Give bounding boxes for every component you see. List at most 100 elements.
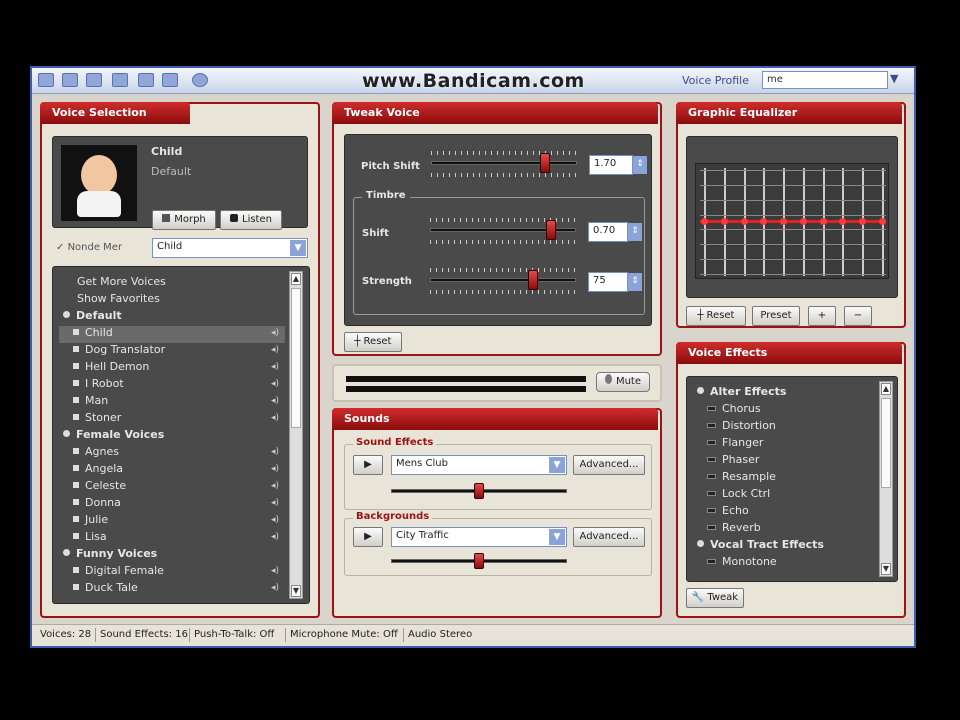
voice-list-item[interactable]: I Robot ◂) (59, 377, 285, 394)
effect-checkbox-icon[interactable] (707, 457, 716, 462)
sound-effects-volume-slider[interactable] (391, 481, 567, 511)
speaker-icon[interactable]: ◂) (271, 328, 279, 338)
shift-spin-icon[interactable]: ⇕ (628, 223, 642, 241)
voice-list-item[interactable]: Celeste ◂) (59, 479, 285, 496)
app-icon[interactable] (38, 73, 54, 87)
effect-checkbox-icon[interactable] (707, 491, 716, 496)
scroll-thumb[interactable] (881, 398, 891, 488)
save-icon[interactable] (86, 73, 102, 87)
effects-scrollbar[interactable]: ▲ ▼ (879, 381, 893, 577)
eq-band-handle[interactable] (780, 218, 788, 225)
backgrounds-volume-slider[interactable] (391, 551, 567, 581)
voice-list-item[interactable]: Man ◂) (59, 394, 285, 411)
eq-band-handle[interactable] (879, 218, 886, 225)
voice-category[interactable]: Funny Voices (59, 547, 285, 564)
effect-checkbox-icon[interactable] (707, 559, 716, 564)
voice-list-item[interactable]: Lisa ◂) (59, 530, 285, 547)
equalizer-grid[interactable] (695, 163, 889, 279)
sfx-knob[interactable] (474, 483, 484, 499)
eq-band-handle[interactable] (720, 218, 728, 225)
eq-band-handle[interactable] (799, 218, 807, 225)
strength-slider[interactable] (430, 268, 576, 298)
effect-checkbox-icon[interactable] (707, 508, 716, 513)
effect-checkbox-icon[interactable] (707, 406, 716, 411)
scroll-down-icon[interactable]: ▼ (291, 585, 301, 597)
voice-category[interactable]: Default (59, 309, 285, 326)
speaker-icon[interactable]: ◂) (271, 396, 279, 406)
listen-button[interactable]: Listen (220, 210, 282, 230)
voice-list-item[interactable]: Angela ◂) (59, 462, 285, 479)
voice-effects-tweak-button[interactable]: 🔧 Tweak (686, 588, 744, 608)
speaker-icon[interactable]: ◂) (271, 566, 279, 576)
chevron-down-icon[interactable]: ▼ (549, 457, 565, 473)
settings-icon[interactable] (112, 73, 128, 87)
expand-icon[interactable] (697, 540, 704, 547)
speaker-icon[interactable]: ◂) (271, 583, 279, 593)
voice-list-item[interactable]: Agnes ◂) (59, 445, 285, 462)
effect-item[interactable]: Chorus (693, 402, 873, 419)
speaker-icon[interactable]: ◂) (271, 362, 279, 372)
eq-band-handle[interactable] (740, 218, 748, 225)
speaker-icon[interactable]: ◂) (271, 498, 279, 508)
voice-category[interactable]: Female Voices (59, 428, 285, 445)
scroll-up-icon[interactable]: ▲ (291, 273, 301, 285)
effect-item[interactable]: Lock Ctrl (693, 487, 873, 504)
chevron-down-icon[interactable]: ▼ (549, 529, 565, 545)
pitch-spin-icon[interactable]: ⇕ (633, 156, 647, 174)
voice-list-item[interactable]: Dog Translator ◂) (59, 343, 285, 360)
speaker-icon[interactable]: ◂) (271, 481, 279, 491)
voice-list-item[interactable]: Digital Female ◂) (59, 564, 285, 581)
scroll-up-icon[interactable]: ▲ (881, 383, 891, 395)
speaker-icon[interactable]: ◂) (271, 413, 279, 423)
chart-icon[interactable] (162, 73, 178, 87)
voice-profile-field[interactable]: me (762, 71, 888, 89)
voice-list-item[interactable]: Julie ◂) (59, 513, 285, 530)
backgrounds-play-button[interactable]: ▶ (353, 527, 383, 547)
effect-item[interactable]: Resample (693, 470, 873, 487)
effect-item[interactable]: Flanger (693, 436, 873, 453)
strength-knob[interactable] (527, 270, 538, 290)
effect-checkbox-icon[interactable] (707, 423, 716, 428)
mute-button[interactable]: Mute (596, 372, 650, 392)
shift-slider[interactable] (430, 218, 576, 248)
expand-icon[interactable] (697, 387, 704, 394)
bg-knob[interactable] (474, 553, 484, 569)
sound-effects-advanced-button[interactable]: Advanced... (573, 455, 645, 475)
record-icon[interactable] (138, 73, 154, 87)
voice-list-link[interactable]: Show Favorites (59, 292, 285, 309)
nonde-mer-checkbox[interactable]: ✓ Nonde Mer (56, 242, 148, 260)
speaker-icon[interactable]: ◂) (271, 345, 279, 355)
pitch-shift-slider[interactable] (431, 151, 577, 181)
eq-band-handle[interactable] (760, 218, 768, 225)
voice-list-item[interactable]: Child ◂) (59, 326, 285, 343)
scroll-thumb[interactable] (291, 288, 301, 428)
eq-band-handle[interactable] (859, 218, 867, 225)
voice-list-item[interactable]: Donna ◂) (59, 496, 285, 513)
effect-category[interactable]: Alter Effects (693, 385, 873, 402)
globe-icon[interactable] (192, 73, 208, 87)
effect-item[interactable]: Echo (693, 504, 873, 521)
tweak-reset-button[interactable]: ┼ Reset (344, 332, 402, 352)
backgrounds-combo[interactable]: City Traffic ▼ (391, 527, 567, 547)
strength-spin-icon[interactable]: ⇕ (628, 273, 642, 291)
sound-effects-play-button[interactable]: ▶ (353, 455, 383, 475)
voice-combo[interactable]: Child ▼ (152, 238, 308, 258)
speaker-icon[interactable]: ◂) (271, 515, 279, 525)
eq-band-handle[interactable] (819, 218, 827, 225)
effect-item[interactable]: Reverb (693, 521, 873, 538)
speaker-icon[interactable]: ◂) (271, 532, 279, 542)
effect-category[interactable]: Vocal Tract Effects (693, 538, 873, 555)
pitch-knob[interactable] (539, 153, 550, 173)
shift-value-field[interactable]: 0.70 (588, 222, 628, 242)
voice-list-item[interactable]: Duck Tale ◂) (59, 581, 285, 598)
open-icon[interactable] (62, 73, 78, 87)
effect-checkbox-icon[interactable] (707, 474, 716, 479)
voice-list-item[interactable]: Hell Demon ◂) (59, 360, 285, 377)
strength-value-field[interactable]: 75 (588, 272, 628, 292)
effect-item[interactable]: Distortion (693, 419, 873, 436)
chevron-down-icon[interactable]: ▼ (290, 240, 306, 256)
effect-item[interactable]: Phaser (693, 453, 873, 470)
eq-band-handle[interactable] (839, 218, 847, 225)
voice-profile-dropdown-icon[interactable]: ▼ (890, 72, 908, 88)
voice-list-item[interactable]: Stoner ◂) (59, 411, 285, 428)
